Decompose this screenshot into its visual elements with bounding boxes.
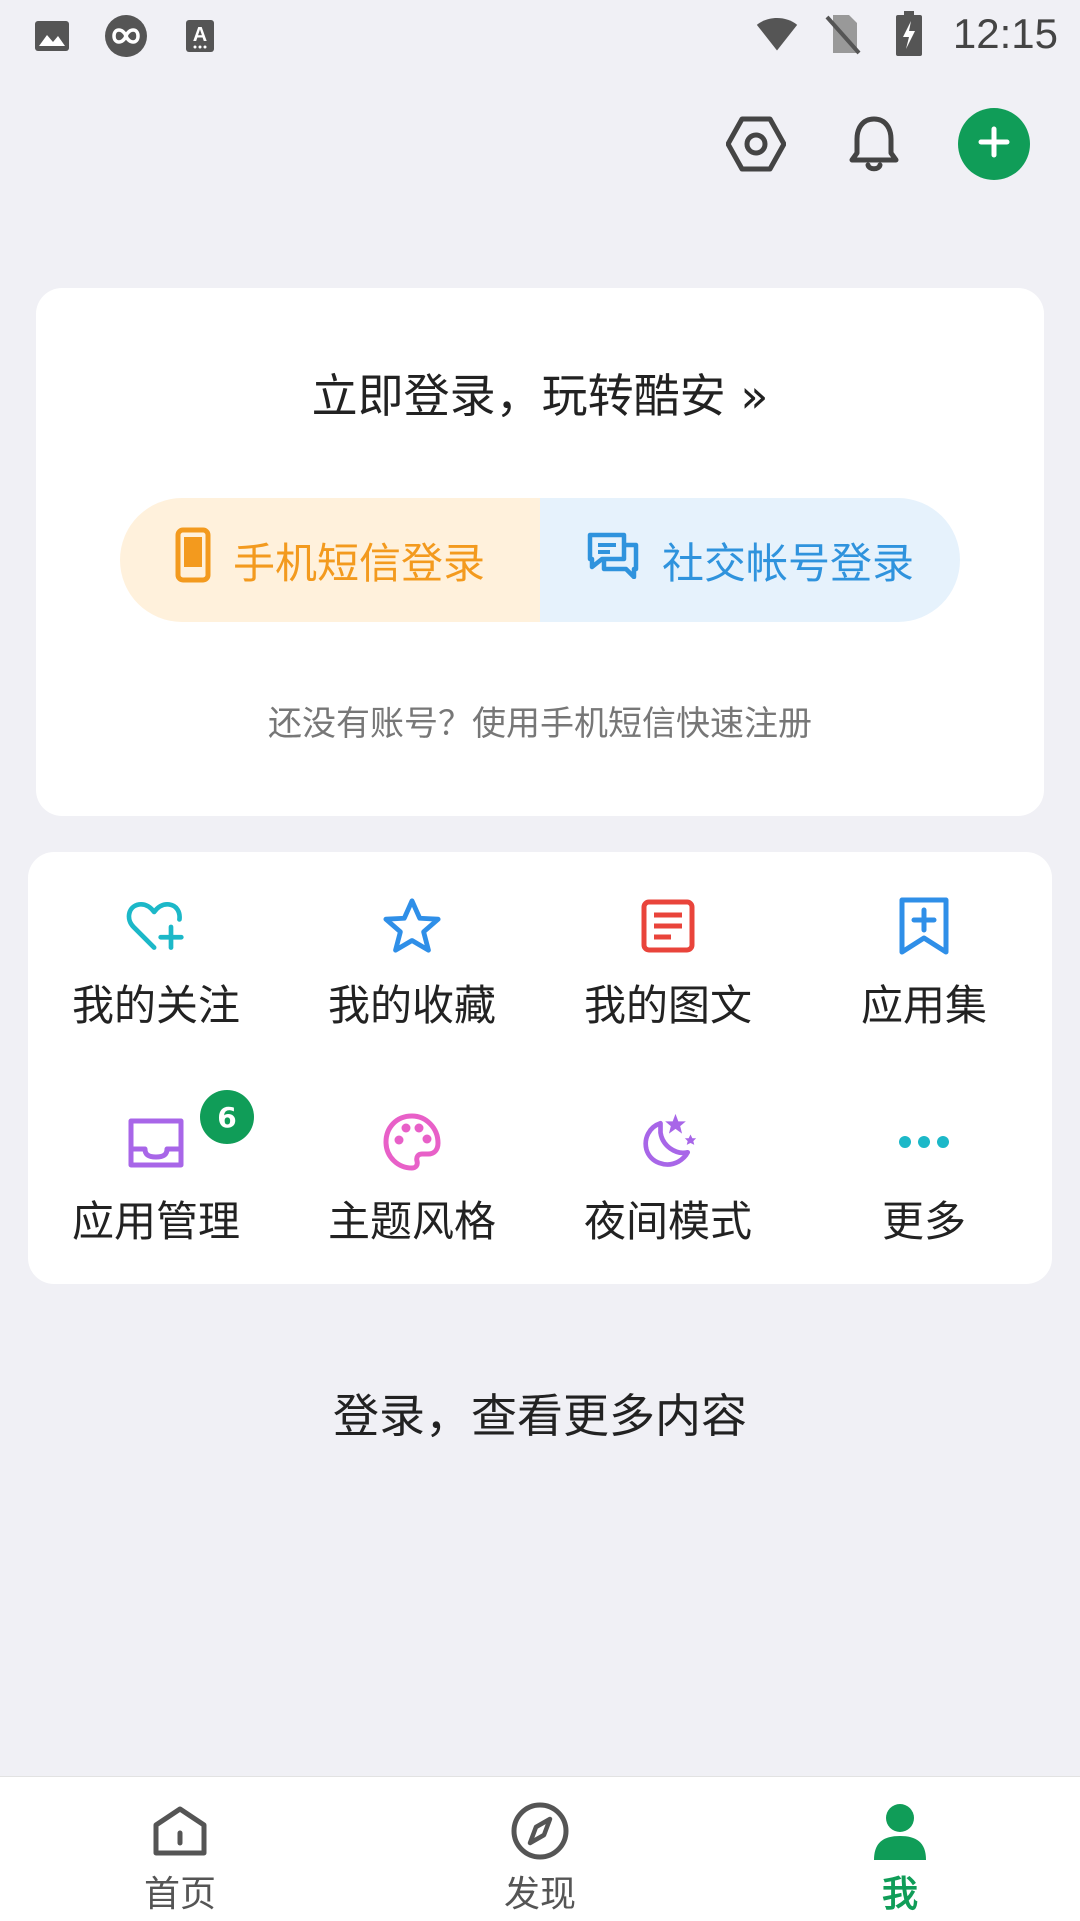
status-right: 12:15 <box>755 10 1058 58</box>
menu-item-label: 应用管理 <box>71 1197 240 1246</box>
bell-icon <box>849 115 899 177</box>
notifications-button[interactable] <box>836 108 912 184</box>
nav-item-discover[interactable]: 发现 <box>360 1777 720 1921</box>
status-time: 12:15 <box>952 10 1058 57</box>
social-login-label: 社交帐号登录 <box>661 538 914 588</box>
svg-text:A: A <box>193 24 207 46</box>
nav-label: 我 <box>881 1874 918 1915</box>
sms-login-label: 手机短信登录 <box>232 538 485 588</box>
menu-item-follows[interactable]: 我的关注 <box>28 852 284 1032</box>
menu-item-app-management[interactable]: 应用管理 <box>28 1068 284 1248</box>
login-card: 立即登录，玩转酷安 » 手机短信登录 社交帐号登录 还没有账号？使用手机短信快速… <box>36 288 1044 816</box>
settings-icon <box>725 116 787 176</box>
compass-icon <box>510 1801 570 1861</box>
nav-label: 首页 <box>143 1874 216 1915</box>
heart-plus-icon <box>126 896 186 956</box>
menu-item-articles[interactable]: 我的图文 <box>540 852 796 1032</box>
infinity-app-icon <box>104 14 148 58</box>
login-more-hint[interactable]: 登录，查看更多内容 <box>0 1380 1080 1446</box>
bookmark-add-icon <box>894 896 954 956</box>
social-login-button[interactable]: 社交帐号登录 <box>540 498 960 622</box>
menu-item-label: 应用集 <box>860 981 987 1030</box>
menu-item-app-collections[interactable]: 应用集 <box>796 852 1052 1032</box>
inbox-icon <box>126 1112 186 1172</box>
menu-card: 我的关注 我的收藏 我的图文 应用集 应用管理 主题风格 夜间模式 更多 6 <box>28 852 1052 1284</box>
bottom-nav: 首页 发现 我 <box>0 1776 1080 1921</box>
menu-item-more[interactable]: 更多 <box>796 1068 1052 1248</box>
star-icon <box>382 896 442 956</box>
menu-item-theme[interactable]: 主题风格 <box>284 1068 540 1248</box>
font-icon: A <box>178 14 222 58</box>
more-dots-icon <box>894 1112 954 1172</box>
menu-item-label: 夜间模式 <box>583 1197 752 1246</box>
person-icon <box>870 1801 930 1861</box>
battery-charging-icon <box>887 11 931 56</box>
phone-icon <box>175 527 211 593</box>
nav-item-me[interactable]: 我 <box>720 1777 1080 1921</box>
register-hint[interactable]: 还没有账号？使用手机短信快速注册 <box>36 696 1044 745</box>
menu-grid: 我的关注 我的收藏 我的图文 应用集 应用管理 主题风格 夜间模式 更多 6 <box>28 852 1052 1284</box>
add-button[interactable] <box>958 108 1030 180</box>
nav-item-home[interactable]: 首页 <box>0 1777 360 1921</box>
login-buttons: 手机短信登录 社交帐号登录 <box>120 498 960 622</box>
palette-icon <box>382 1112 442 1172</box>
app-update-badge: 6 <box>200 1090 254 1144</box>
article-icon <box>638 896 698 956</box>
menu-item-label: 主题风格 <box>327 1197 496 1246</box>
menu-item-label: 更多 <box>881 1197 966 1246</box>
chat-icon <box>586 531 640 589</box>
status-bar: A 12:15 <box>0 0 1080 76</box>
menu-item-label: 我的关注 <box>71 981 240 1030</box>
sms-login-button[interactable]: 手机短信登录 <box>120 498 540 622</box>
status-left: A <box>30 14 222 58</box>
login-title[interactable]: 立即登录，玩转酷安 » <box>36 360 1044 426</box>
menu-item-label: 我的图文 <box>583 981 752 1030</box>
nav-label: 发现 <box>503 1874 576 1915</box>
image-icon <box>30 14 74 58</box>
menu-item-night-mode[interactable]: 夜间模式 <box>540 1068 796 1248</box>
wifi-icon <box>755 12 799 56</box>
settings-button[interactable] <box>718 108 794 184</box>
menu-item-label: 我的收藏 <box>327 981 496 1030</box>
add-icon <box>978 126 1010 162</box>
home-icon <box>150 1801 210 1861</box>
moon-stars-icon <box>638 1112 698 1172</box>
no-sim-icon <box>821 12 865 56</box>
menu-item-favorites[interactable]: 我的收藏 <box>284 852 540 1032</box>
top-actions <box>0 108 1080 184</box>
